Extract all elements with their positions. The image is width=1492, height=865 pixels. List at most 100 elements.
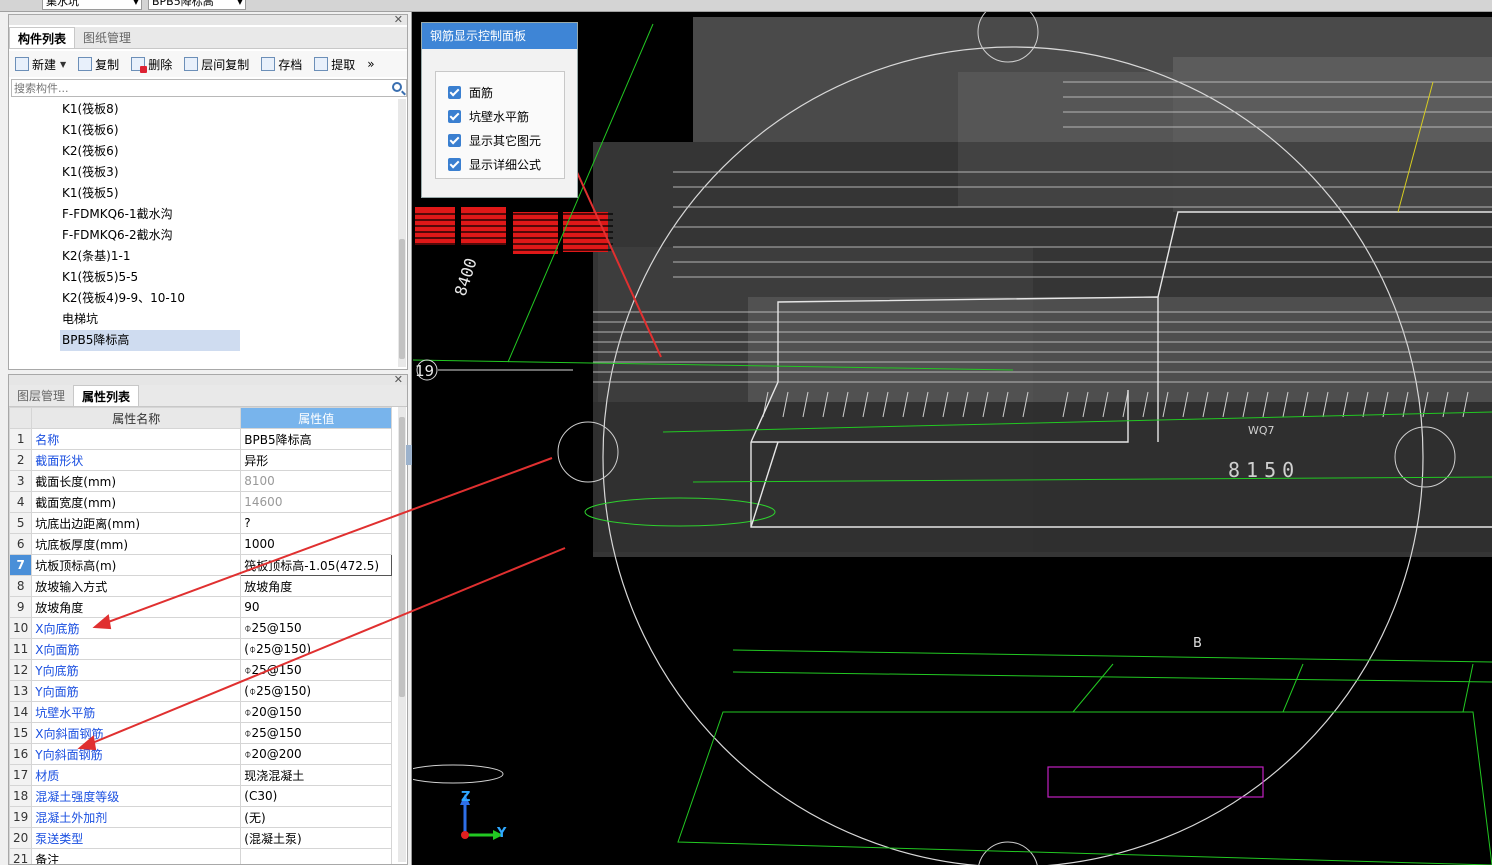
row-number: 2 — [9, 449, 33, 471]
option-show-detailed-formula[interactable]: 显示详细公式 — [436, 152, 564, 176]
property-value-cell[interactable]: 现浇混凝土 — [240, 764, 393, 786]
table-row[interactable]: 4 截面宽度(mm) 14600 — [9, 491, 393, 513]
table-row[interactable]: 19 混凝土外加剂 (无) — [9, 806, 393, 828]
list-item[interactable]: K1(筏板5)5-5 — [9, 267, 399, 288]
new-button[interactable]: 新建 ▼ — [9, 56, 72, 73]
property-value-cell[interactable]: ⌽25@150 — [240, 722, 393, 744]
table-row[interactable]: 9 放坡角度 90 — [9, 596, 393, 618]
more-button[interactable]: » — [361, 57, 380, 71]
property-table-body: 1 名称 BPB5降标高 2 截面形状 异形 3 截面长度(mm) 8100 4 截面宽度(mm) 1… — [9, 428, 393, 864]
table-row[interactable]: 1 名称 BPB5降标高 — [9, 428, 393, 450]
save-button[interactable]: 存档 — [255, 56, 308, 73]
option-pit-wall-horizontal-rebar[interactable]: 坑壁水平筋 — [436, 104, 564, 128]
scrollbar-thumb[interactable] — [399, 417, 405, 697]
component-list-scrollbar[interactable] — [398, 99, 406, 367]
table-row[interactable]: 16 Y向斜面钢筋 ⌽20@200 — [9, 743, 393, 765]
property-panel: ✕ 图层管理 属性列表 属性名称 属性值 1 名称 BPB5降标高 2 截面形状 异形 3 截… — [8, 374, 408, 865]
component-type-select[interactable]: 集水坑 ▼ — [42, 0, 142, 10]
row-number: 19 — [9, 806, 33, 828]
copy-button[interactable]: 复制 — [72, 56, 125, 73]
table-row[interactable]: 2 截面形状 异形 — [9, 449, 393, 471]
checkbox-checked-icon[interactable] — [448, 109, 461, 123]
checkbox-checked-icon[interactable] — [448, 133, 461, 147]
list-item[interactable]: F-FDMKQ6-2截水沟 — [9, 225, 399, 246]
list-item[interactable]: K1(筏板3) — [9, 162, 399, 183]
table-row[interactable]: 10 X向底筋 ⌽25@150 — [9, 617, 393, 639]
property-value-cell[interactable]: (无) — [240, 806, 393, 828]
list-item[interactable]: F-FDMKQ6-1截水沟 — [9, 204, 399, 225]
property-value-cell[interactable]: (⌽25@150) — [240, 638, 393, 660]
property-value-cell[interactable]: ⌽25@150 — [240, 617, 393, 639]
table-row[interactable]: 14 坑壁水平筋 ⌽20@150 — [9, 701, 393, 723]
search-input[interactable] — [12, 80, 382, 96]
table-row[interactable]: 7 坑板顶标高(m) 筏板顶标高-1.05(472.5) — [9, 554, 393, 576]
property-value-cell[interactable]: 筏板顶标高-1.05(472.5) — [240, 554, 393, 576]
close-icon[interactable]: ✕ — [394, 13, 403, 26]
property-scrollbar[interactable] — [398, 407, 406, 862]
option-show-other-elements[interactable]: 显示其它图元 — [436, 128, 564, 152]
list-item[interactable]: K1(筏板8) — [9, 99, 399, 120]
checkbox-checked-icon[interactable] — [448, 157, 461, 171]
component-list-panel: ✕ 构件列表 图纸管理 新建 ▼ 复制 删除 层间复制 存档 提取 » 搜索构件… — [8, 13, 408, 370]
row-number: 12 — [9, 659, 33, 681]
scrollbar-thumb[interactable] — [399, 239, 405, 359]
table-row[interactable]: 18 混凝土强度等级 (C30) — [9, 785, 393, 807]
list-item[interactable]: K2(筏板6) — [9, 141, 399, 162]
property-value-cell[interactable]: ⌽25@150 — [240, 659, 393, 681]
floor-copy-icon — [184, 57, 199, 71]
tab-property-list[interactable]: 属性列表 — [73, 385, 140, 406]
table-row[interactable]: 6 坑底板厚度(mm) 1000 — [9, 533, 393, 555]
list-item[interactable]: 电梯坑 — [9, 309, 399, 330]
tab-component-list[interactable]: 构件列表 — [9, 27, 76, 48]
table-row[interactable]: 3 截面长度(mm) 8100 — [9, 470, 393, 492]
list-item[interactable]: K1(筏板5) — [9, 183, 399, 204]
property-name-cell: X向斜面钢筋 — [31, 722, 242, 744]
table-row[interactable]: 11 X向面筋 (⌽25@150) — [9, 638, 393, 660]
property-value-cell[interactable]: ⌽20@150 — [240, 701, 393, 723]
table-row[interactable]: 5 坑底出边距离(mm)? — [9, 512, 393, 534]
panel-splitter[interactable] — [406, 445, 412, 465]
table-row[interactable]: 12 Y向底筋 ⌽25@150 — [9, 659, 393, 681]
tab-layer-management[interactable]: 图层管理 — [9, 385, 73, 406]
property-value-cell[interactable]: BPB5降标高 — [240, 428, 393, 450]
table-row[interactable]: 21 备注 — [9, 848, 393, 864]
list-item[interactable]: K2(筏板4)9-9、10-10 — [9, 288, 399, 309]
list-item-selected[interactable]: BPB5降标高 — [9, 330, 399, 351]
property-value-cell[interactable]: 8100 — [240, 470, 393, 492]
property-value-cell[interactable]: ? — [240, 512, 393, 534]
property-value-cell[interactable]: 1000 — [240, 533, 393, 555]
delete-button[interactable]: 删除 — [125, 56, 178, 73]
property-value-cell[interactable]: 异形 — [240, 449, 393, 471]
component-name-select[interactable]: BPB5降标高 ▼ — [148, 0, 246, 10]
list-item[interactable]: K2(条基)1-1 — [9, 246, 399, 267]
property-value-cell[interactable]: (C30) — [240, 785, 393, 807]
top-toolbar-strip: 集水坑 ▼ BPB5降标高 ▼ — [0, 0, 1492, 12]
dimension-8150-label: 8150 — [1228, 458, 1300, 482]
property-value-cell[interactable]: 放坡角度 — [240, 575, 393, 597]
extract-button[interactable]: 提取 — [308, 56, 361, 73]
list-item[interactable]: K1(筏板6) — [9, 120, 399, 141]
option-face-rebar[interactable]: 面筋 — [436, 80, 564, 104]
axis-b-label: B — [1193, 636, 1202, 651]
property-value-cell[interactable]: (混凝土泵) — [240, 827, 393, 849]
property-value-cell[interactable] — [240, 848, 393, 864]
row-number: 7 — [9, 554, 33, 576]
property-value-cell[interactable]: ⌽20@200 — [240, 743, 393, 765]
table-row[interactable]: 20 泵送类型 (混凝土泵) — [9, 827, 393, 849]
checkbox-checked-icon[interactable] — [448, 85, 461, 99]
panel-header-bar — [9, 375, 407, 385]
table-row[interactable]: 13 Y向面筋 (⌽25@150) — [9, 680, 393, 702]
property-value-cell[interactable]: (⌽25@150) — [240, 680, 393, 702]
row-number: 15 — [9, 722, 33, 744]
table-row[interactable]: 17 材质 现浇混凝土 — [9, 764, 393, 786]
component-toolbar: 新建 ▼ 复制 删除 层间复制 存档 提取 » — [9, 51, 407, 77]
table-row[interactable]: 8 放坡输入方式 放坡角度 — [9, 575, 393, 597]
search-icon[interactable] — [392, 82, 402, 92]
tab-drawing-management[interactable]: 图纸管理 — [75, 27, 139, 48]
floor-copy-button[interactable]: 层间复制 — [178, 56, 255, 73]
row-number: 5 — [9, 512, 33, 534]
option-label: 面筋 — [469, 85, 494, 100]
table-row[interactable]: 15 X向斜面钢筋 ⌽25@150 — [9, 722, 393, 744]
property-value-cell[interactable]: 90 — [240, 596, 393, 618]
property-value-cell[interactable]: 14600 — [240, 491, 393, 513]
